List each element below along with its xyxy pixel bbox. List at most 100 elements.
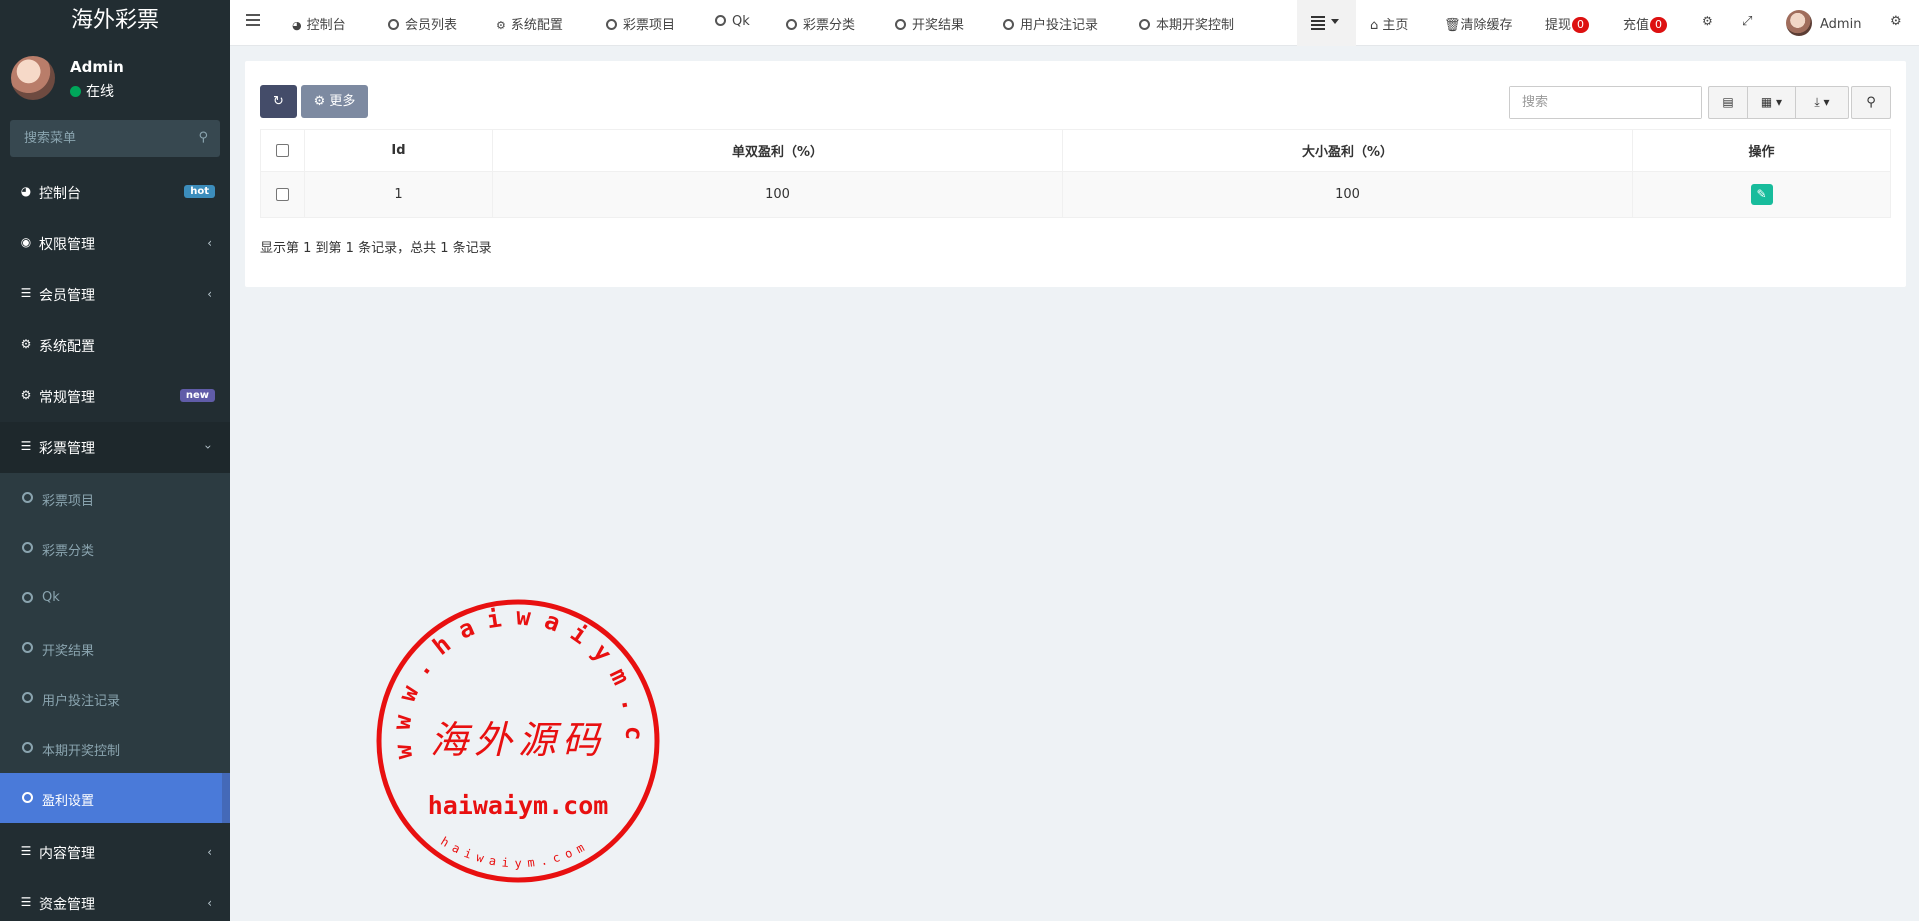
table-search-input[interactable] [1510,87,1701,118]
tab-qk[interactable]: Qk [715,14,750,29]
more-button[interactable]: ⚙ 更多 [301,85,368,118]
sidebar-subitem-lottery-category[interactable]: 彩票分类 [0,523,230,573]
user-panel: Admin 在线 [0,46,230,116]
home-icon: ⌂ [1370,18,1383,33]
sidebar-item-lottery[interactable]: ☰ 彩票管理 ‹ [0,422,230,473]
edit-button[interactable]: ✎ [1750,184,1773,205]
row-select-cell [260,171,305,218]
select-all-checkbox[interactable] [276,144,289,157]
gear-icon: ⚙ [496,19,506,32]
caret-down-icon [1331,19,1339,24]
column-header-id[interactable]: Id [304,129,493,172]
brand-logo[interactable]: 海外彩票 [0,0,230,46]
circle-icon [22,492,33,503]
sidebar-item-members[interactable]: ☰ 会员管理 ‹ [0,269,230,320]
tab-menu-dropdown[interactable] [1297,0,1356,46]
fullscreen-icon[interactable]: ⤢ [1742,14,1752,29]
circle-icon [895,19,906,30]
cell-odd-even-profit: 100 [492,171,1063,218]
table-header-row: Id 单双盈利（%） 大小盈利（%） 操作 [260,129,1891,172]
clear-cache-button[interactable]: 🗑清除缓存 [1444,14,1513,33]
admin-label: Admin [1820,17,1862,32]
list-icon: ☰ [20,895,32,909]
watermark-stamp: www.haiwaiym.com 海外源码 haiwaiym.com haiwa… [375,598,660,883]
withdraw-count-badge: 0 [1572,17,1590,33]
sidebar-item-general[interactable]: ⚙ 常规管理 new [0,371,230,422]
tab-bet-records[interactable]: 用户投注记录 [1003,14,1098,33]
list-view-icon: ▤ [1722,95,1734,109]
sidebar-item-label: 资金管理 [39,897,95,913]
sidebar-item-system-config[interactable]: ⚙ 系统配置 [0,320,230,371]
sidebar-subitem-lottery-items[interactable]: 彩票项目 [0,473,230,523]
sidebar-item-dashboard[interactable]: ◕ 控制台 hot [0,167,230,218]
content-panel: ↻ ⚙ 更多 ▤ ▦ ▾ ⤓ ▾ ⚲ Id 单双盈利（%） 大小盈利（%） 操作… [245,61,1906,287]
gear-icon: ⚙ [313,94,330,109]
sidebar-subitem-label: 开奖结果 [42,644,95,659]
pencil-icon: ✎ [1756,187,1767,201]
circle-icon [715,15,726,26]
pagination-info: 显示第 1 到第 1 条记录，总共 1 条记录 [260,241,492,256]
stamp-center-text: 海外源码 [430,718,606,762]
sidebar-toggle-icon[interactable] [246,14,260,28]
row-checkbox[interactable] [276,188,289,201]
tab-label: 本期开奖控制 [1156,18,1235,33]
column-header-big-small-profit[interactable]: 大小盈利（%） [1062,129,1633,172]
advanced-search-button[interactable]: ⚲ [1851,86,1891,119]
sidebar-subitem-draw-control[interactable]: 本期开奖控制 [0,723,230,773]
sidebar-subitem-profit-settings[interactable]: 盈利设置 [0,773,230,823]
sidebar-subitem-qk[interactable]: Qk [0,573,230,623]
cell-actions: ✎ [1632,171,1891,218]
toggle-view-button[interactable]: ▤ [1709,87,1748,118]
trash-icon: 🗑 [1444,18,1461,33]
avatar [1786,10,1812,36]
table-search [1509,86,1702,119]
settings-icon[interactable]: ⚙ [1890,14,1902,29]
sidebar-item-permissions[interactable]: ◉ 权限管理 ‹ [0,218,230,269]
tab-system-config[interactable]: ⚙ 系统配置 [496,14,563,33]
sidebar-subitem-bet-records[interactable]: 用户投注记录 [0,673,230,723]
sidebar-subitem-label: 彩票项目 [42,494,95,509]
export-button[interactable]: ⤓ ▾ [1796,87,1848,118]
tab-member-list[interactable]: 会员列表 [388,14,457,33]
columns-button[interactable]: ▦ ▾ [1748,87,1796,118]
select-all-cell [260,129,305,172]
grid-icon: ▦ ▾ [1760,95,1783,109]
sidebar-item-content[interactable]: ☰ 内容管理 ‹ [0,827,230,878]
refresh-button[interactable]: ↻ [260,85,297,118]
clear-cache-label: 清除缓存 [1460,18,1513,33]
recharge-label: 充值 [1623,18,1650,33]
sidebar-item-finance[interactable]: ☰ 资金管理 ‹ [0,878,230,921]
column-header-odd-even-profit[interactable]: 单双盈利（%） [492,129,1063,172]
tab-label: Qk [732,14,750,29]
sidebar-item-label: 会员管理 [39,288,95,304]
withdraw-link[interactable]: 提现 0 [1545,14,1590,33]
search-icon[interactable]: ⚲ [198,130,208,145]
more-label: 更多 [329,94,356,109]
column-header-actions: 操作 [1632,129,1891,172]
tab-lottery-category[interactable]: 彩票分类 [786,14,855,33]
sidebar-item-label: 常规管理 [39,390,95,406]
chevron-left-icon: ‹ [207,287,212,301]
user-status-label: 在线 [86,84,114,100]
table-tools: ▤ ▦ ▾ ⤓ ▾ [1708,86,1849,119]
list-icon: ☰ [20,844,32,858]
tab-label: 彩票分类 [803,18,856,33]
online-dot-icon [70,86,81,97]
sidebar-search-input[interactable] [10,120,220,157]
language-icon[interactable]: ⚙ [1702,14,1713,28]
recharge-link[interactable]: 充值 0 [1623,14,1668,33]
home-link[interactable]: ⌂ 主页 [1370,14,1408,33]
sidebar-item-label: 控制台 [39,186,81,202]
sidebar-item-label: 系统配置 [39,339,95,355]
tab-draw-results[interactable]: 开奖结果 [895,14,964,33]
tab-lottery-items[interactable]: 彩票项目 [606,14,675,33]
admin-user-menu[interactable]: Admin [1786,10,1861,36]
tab-label: 彩票项目 [623,18,676,33]
sidebar-subitem-label: Qk [42,590,60,605]
new-badge: new [179,389,215,402]
tab-draw-control[interactable]: 本期开奖控制 [1139,14,1234,33]
sidebar-subitem-draw-results[interactable]: 开奖结果 [0,623,230,673]
sidebar-item-label: 内容管理 [39,846,95,862]
circle-icon [1139,19,1150,30]
tab-dashboard[interactable]: ◕ 控制台 [292,14,346,33]
